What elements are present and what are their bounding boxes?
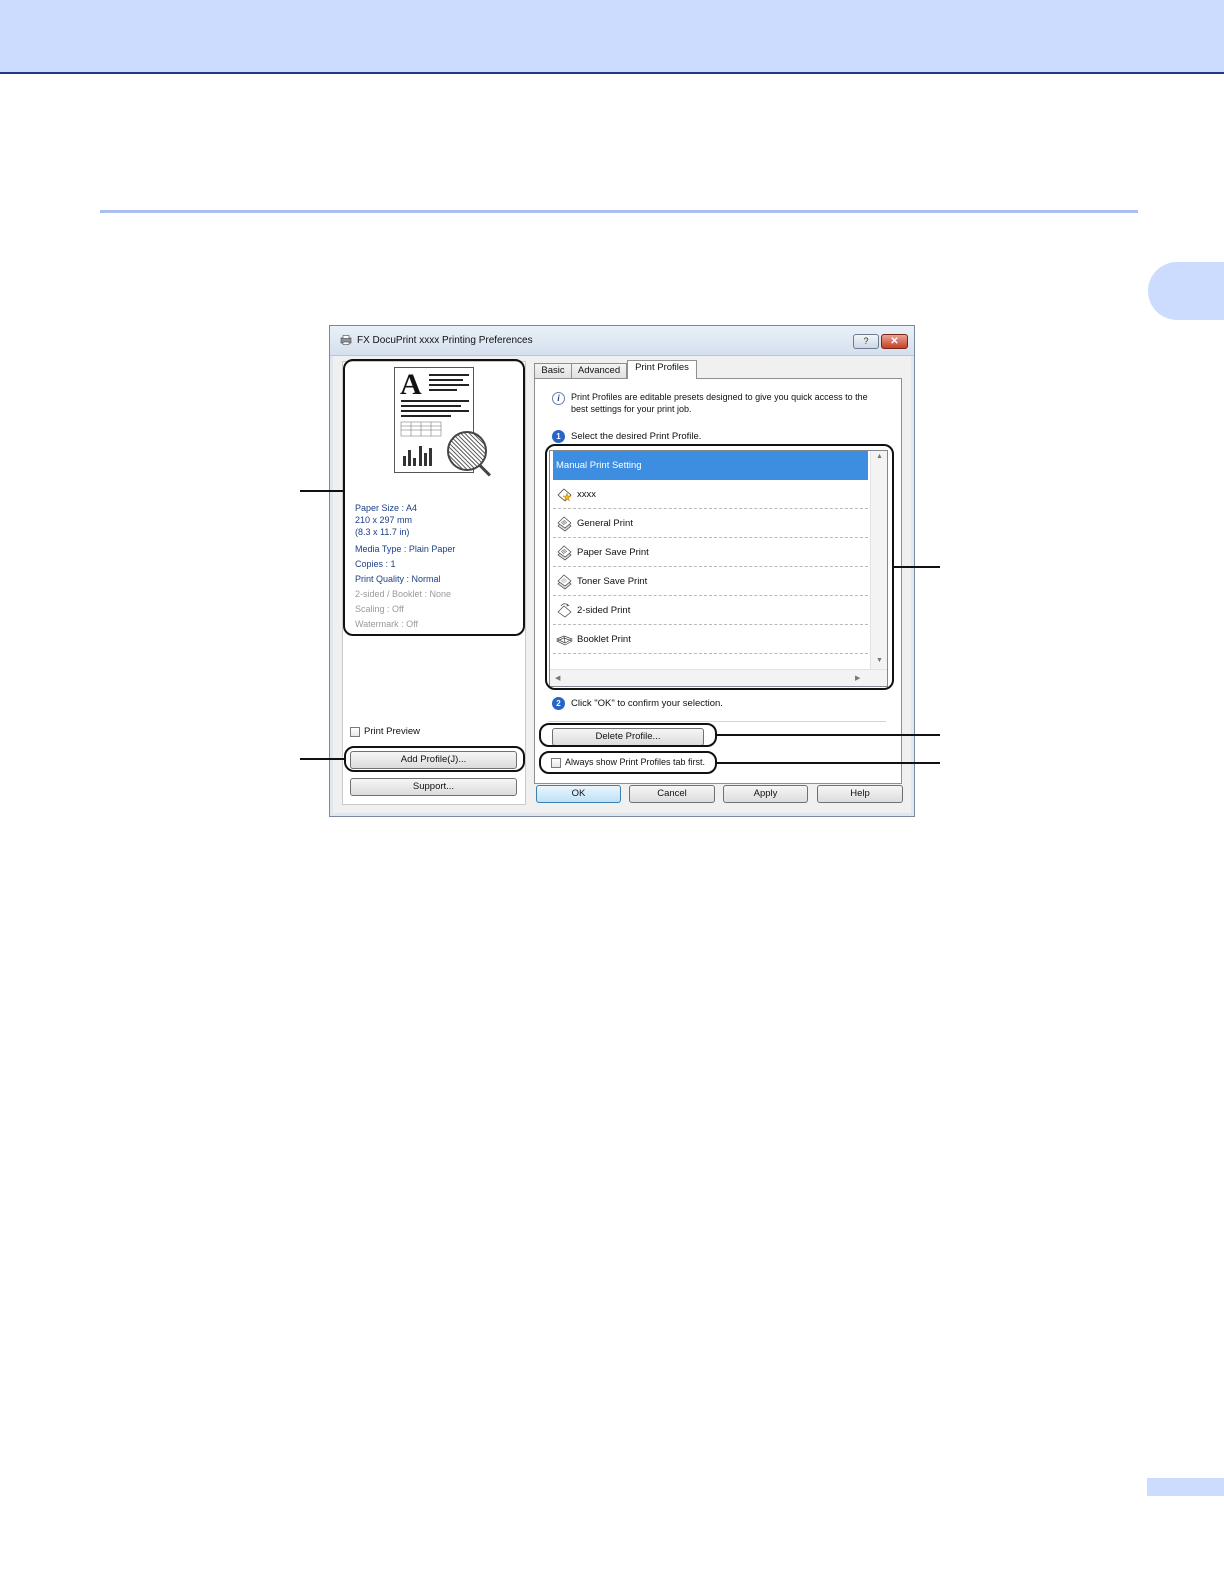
document-stack-icon [557,516,572,532]
info-icon: i [552,392,565,405]
leader-line-delete-profile [717,734,940,736]
two-sided-icon [557,603,572,618]
title-bar[interactable]: FX DocuPrint xxxx Printing Preferences ?… [330,326,914,356]
print-preview-label[interactable]: Print Preview [364,726,420,737]
print-preview-checkbox[interactable] [350,727,360,737]
settings-preview-panel: A Paper Size: A4 210 x 297 mm (8.3 x 11… [342,361,526,805]
page-header-band [0,0,1224,74]
profiles-description-line2: best settings for your print job. [571,404,692,414]
support-button[interactable]: Support... [350,778,517,796]
media-type-info: Media Type : Plain Paper [355,544,456,554]
list-item-xxxx[interactable]: xxxx [553,480,868,509]
tab-basic[interactable]: Basic [534,363,572,378]
delete-profile-button[interactable]: Delete Profile... [552,728,704,746]
step-one-label: Select the desired Print Profile. [571,431,702,442]
paper-size-info: Paper Size : A4 [355,503,418,513]
document-stack-icon [557,545,572,561]
print-quality-info: Print Quality : Normal [355,574,441,584]
document-stack-icon [557,574,572,590]
profile-listbox[interactable]: Manual Print Setting xxxx General Print [549,450,888,687]
paper-dimensions-in: (8.3 x 11.7 in) [355,527,410,537]
list-item-booklet-print[interactable]: Booklet Print [553,625,868,654]
tab-print-profiles[interactable]: Print Profiles [627,360,697,379]
step-two-badge: 2 [552,697,565,710]
paper-dimensions-mm: 210 x 297 mm [355,515,413,525]
leader-line-list [894,566,940,568]
ok-button[interactable]: OK [536,785,621,803]
scroll-up-icon[interactable]: ▲ [876,453,883,460]
close-button[interactable]: ✕ [881,334,908,349]
leader-line-add-profile [300,758,344,760]
always-show-label[interactable]: Always show Print Profiles tab first. [565,757,705,767]
cancel-button[interactable]: Cancel [629,785,715,803]
copies-info: Copies : 1 [355,559,396,569]
help-title-button[interactable]: ? [853,334,879,349]
always-show-checkbox[interactable] [551,758,561,768]
apply-button[interactable]: Apply [723,785,808,803]
separator-line [548,721,886,722]
list-item-two-sided-print[interactable]: 2-sided Print [553,596,868,625]
step-two-label: Click "OK" to confirm your selection. [571,698,723,709]
page-number-tab [1147,1478,1224,1496]
profiles-description-line1: Print Profiles are editable presets desi… [571,392,868,402]
list-item-manual-print-setting[interactable]: Manual Print Setting [553,451,868,480]
tab-advanced[interactable]: Advanced [571,363,627,378]
two-sided-info: 2-sided / Booklet : None [355,589,452,599]
scaling-info: Scaling : Off [355,604,404,614]
star-document-icon [557,488,572,502]
watermark-info: Watermark : Off [355,619,419,629]
list-item-paper-save-print[interactable]: Paper Save Print [553,538,868,567]
printing-preferences-dialog: FX DocuPrint xxxx Printing Preferences ?… [329,325,915,817]
booklet-icon [556,635,573,646]
leader-line-preview [300,490,343,492]
add-profile-button[interactable]: Add Profile(J)... [350,751,517,769]
list-item-general-print[interactable]: General Print [553,509,868,538]
help-button[interactable]: Help [817,785,903,803]
scroll-down-icon[interactable]: ▼ [876,657,883,664]
magnifier-handle [478,464,491,477]
vertical-scrollbar[interactable]: ▲ ▼ [870,451,887,669]
section-rule [100,210,1138,213]
printer-icon [340,335,352,345]
horizontal-scrollbar[interactable]: ◀ ▶ [550,669,887,686]
scroll-left-icon[interactable]: ◀ [555,674,560,682]
chapter-tab [1148,262,1224,320]
scroll-right-icon[interactable]: ▶ [855,674,860,682]
leader-line-always-show [717,762,940,764]
dialog-title: FX DocuPrint xxxx Printing Preferences [357,335,533,346]
step-one-badge: 1 [552,430,565,443]
list-item-toner-save-print[interactable]: Toner Save Print [553,567,868,596]
